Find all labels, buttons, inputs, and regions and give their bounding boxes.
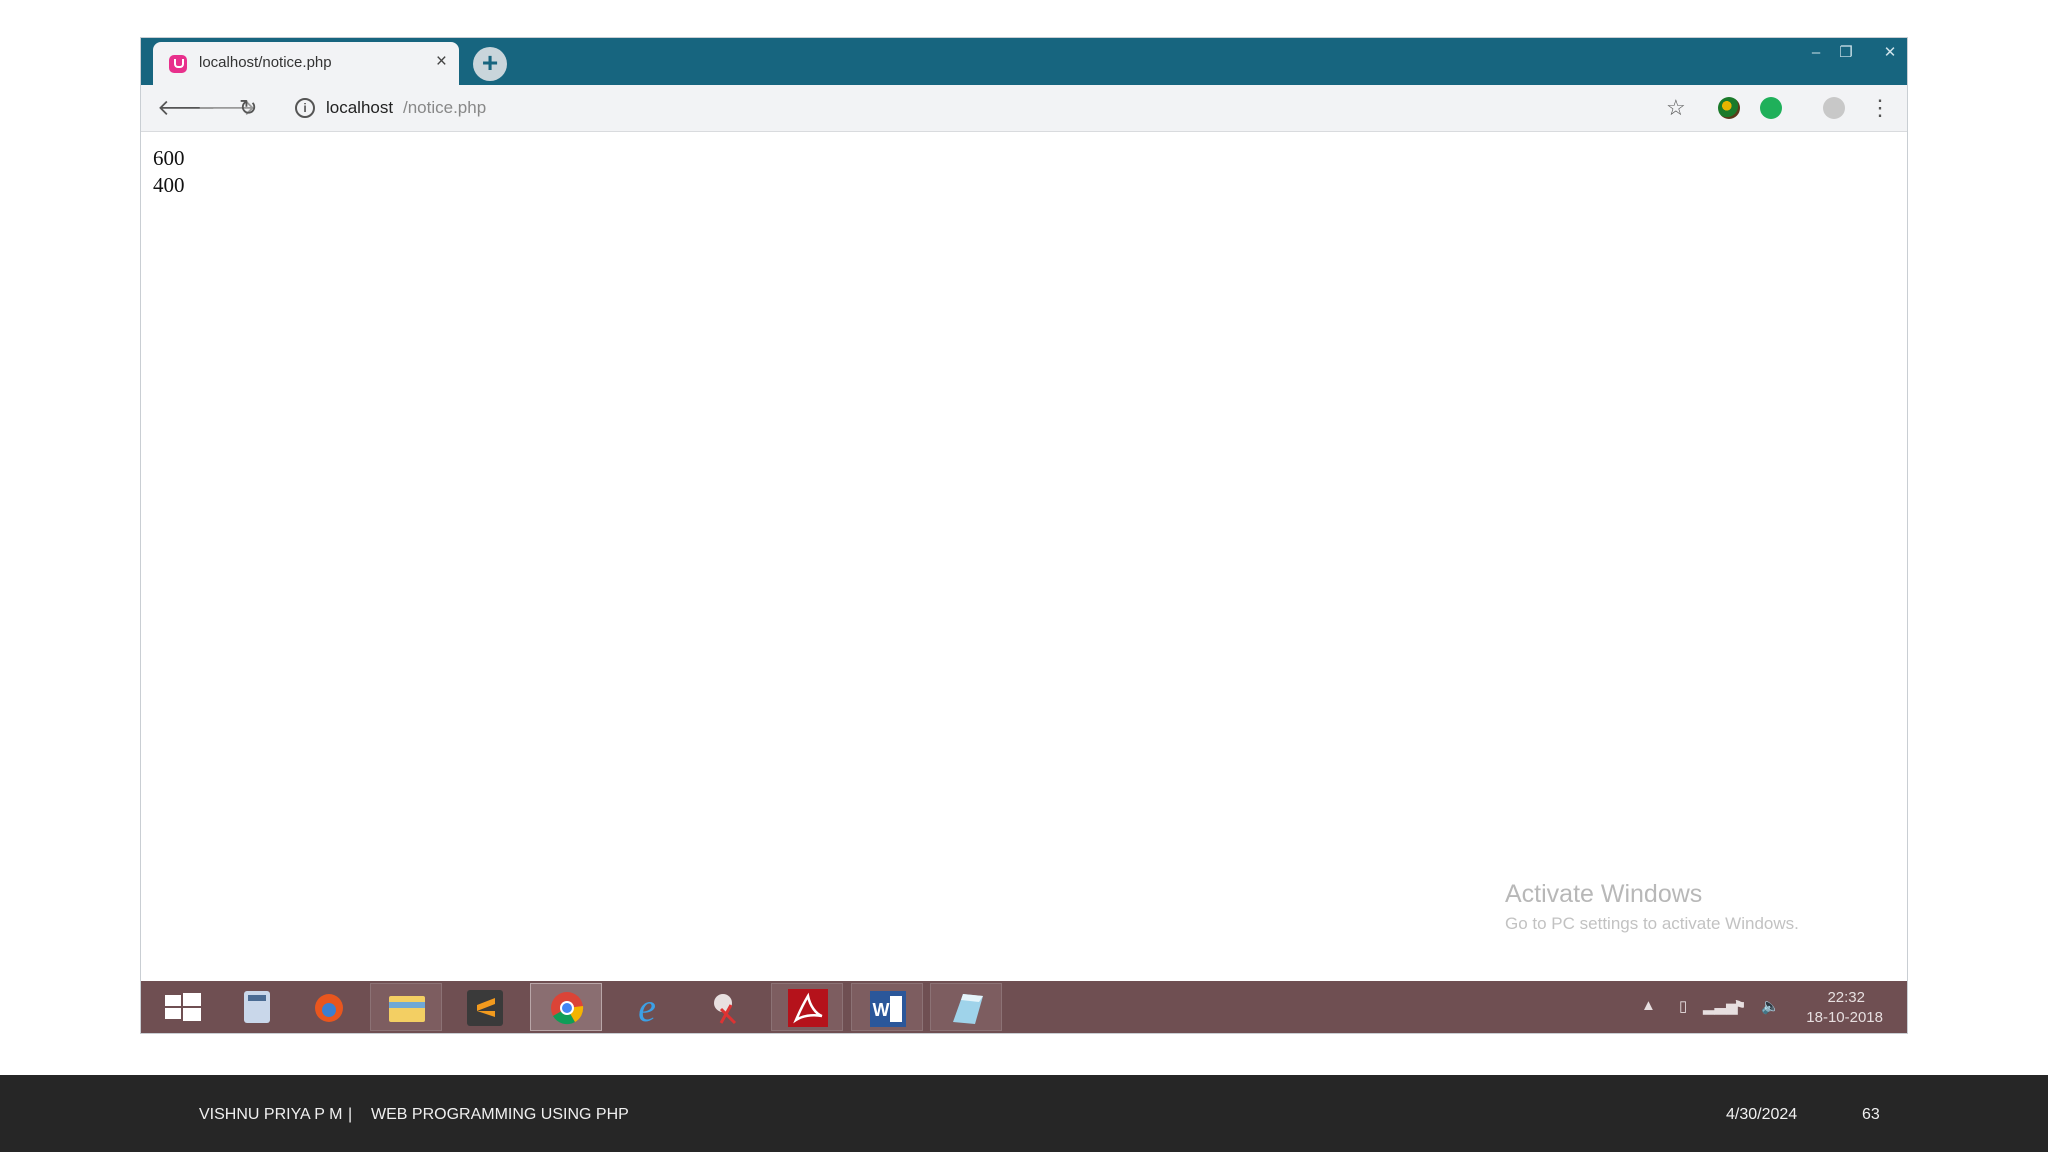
taskbar-snipping-tool[interactable] (691, 983, 763, 1031)
restore-button[interactable]: ❐ (1829, 44, 1863, 64)
windows-taskbar: e W ▲ ▯ ▂▃▅ ⚑ 🔈 22:32 18-10-2018 (141, 981, 1907, 1033)
url-path[interactable]: /notice.php (403, 98, 486, 118)
profile-icon[interactable] (1823, 97, 1845, 119)
footer-page-number: 63 (1862, 1106, 1880, 1123)
taskbar-acrobat[interactable] (771, 983, 843, 1031)
slide-footer: VISHNU PRIYA P M | WEB PROGRAMMING USING… (0, 1075, 2048, 1152)
word-icon: W (870, 991, 906, 1027)
footer-separator: | (348, 1106, 353, 1123)
taskbar-firefox[interactable] (293, 983, 365, 1031)
taskbar-notepad[interactable] (930, 983, 1002, 1031)
reload-icon[interactable]: ↻ (239, 95, 257, 121)
close-window-button[interactable]: ✕ (1873, 44, 1907, 64)
start-button[interactable] (147, 983, 219, 1031)
activate-windows-title: Activate Windows (1505, 880, 1703, 908)
page-content: 600 400 (153, 145, 185, 199)
battery-icon[interactable]: ▯ (1679, 997, 1687, 1015)
internet-explorer-icon: e (638, 985, 656, 1030)
flag-icon[interactable]: ⚑ (1733, 997, 1746, 1015)
output-line: 400 (153, 173, 185, 197)
minimize-button[interactable]: – (1799, 44, 1833, 64)
menu-dots-icon[interactable]: ⋮ (1869, 95, 1891, 121)
url-host[interactable]: localhost (326, 98, 393, 118)
svg-text:e: e (638, 985, 656, 1030)
footer-date: 4/30/2024 (1726, 1106, 1798, 1123)
browser-screenshot: localhost/notice.php × + – ❐ ✕ 🡐 🡒 ↻ i l… (141, 38, 1907, 1033)
footer-author: VISHNU PRIYA P M (199, 1106, 343, 1123)
footer-course: WEB PROGRAMMING USING PHP (371, 1106, 629, 1123)
chrome-icon (551, 992, 584, 1025)
calculator-icon (244, 991, 270, 1023)
taskbar-internet-explorer[interactable]: e (611, 983, 683, 1031)
snipping-tool-icon (714, 994, 737, 1025)
tab-favicon-icon (169, 55, 187, 73)
output-line: 600 (153, 146, 185, 170)
bookmark-star-icon[interactable]: ☆ (1666, 95, 1686, 121)
clock-time[interactable]: 22:32 (1827, 989, 1865, 1006)
tab-close-icon[interactable]: × (436, 51, 447, 73)
svg-text:W: W (873, 1000, 890, 1020)
activate-windows-subtitle: Go to PC settings to activate Windows. (1505, 914, 1799, 933)
extension-icon[interactable] (1718, 97, 1740, 119)
browser-toolbar: 🡐 🡒 ↻ i localhost /notice.php ☆ ⋮ (141, 85, 1907, 132)
taskbar-chrome[interactable] (530, 983, 602, 1031)
grammarly-icon[interactable] (1760, 97, 1782, 119)
acrobat-icon (788, 989, 828, 1027)
taskbar-sublime-text[interactable] (449, 983, 521, 1031)
firefox-icon (315, 994, 343, 1022)
volume-icon[interactable]: 🔈 (1761, 997, 1780, 1015)
tray-expand-icon[interactable]: ▲ (1641, 997, 1656, 1014)
taskbar-word[interactable]: W (851, 983, 923, 1031)
sublime-text-icon (467, 990, 503, 1026)
new-tab-button[interactable]: + (473, 47, 507, 81)
windows-logo-icon (165, 993, 201, 1021)
folder-icon (389, 996, 425, 1022)
notepad-icon (953, 994, 983, 1024)
browser-tab[interactable]: localhost/notice.php × (153, 42, 459, 85)
taskbar-calculator[interactable] (220, 983, 292, 1031)
clock-date[interactable]: 18-10-2018 (1806, 1009, 1883, 1026)
taskbar-file-explorer[interactable] (370, 983, 442, 1031)
tab-title: localhost/notice.php (199, 54, 332, 71)
info-icon[interactable]: i (295, 98, 315, 118)
browser-titlebar: localhost/notice.php × + – ❐ ✕ (141, 38, 1907, 85)
